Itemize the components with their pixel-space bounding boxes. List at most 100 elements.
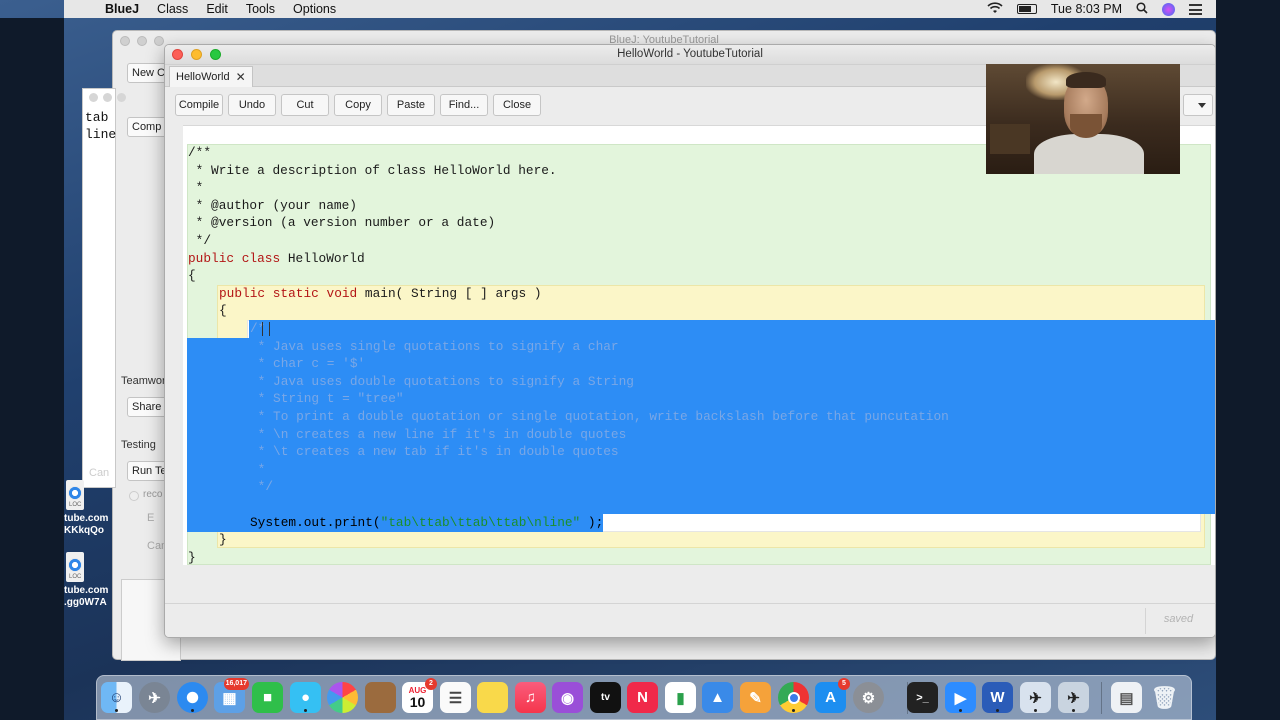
- webcam-person-beard: [1070, 114, 1102, 138]
- notification-center-icon[interactable]: [1189, 3, 1202, 15]
- recording-indicator: [129, 491, 139, 501]
- desktop-file-webloc[interactable]: LOC tube.com .gg0W7A: [64, 552, 110, 609]
- close-tab-icon[interactable]: ✕: [236, 67, 246, 87]
- desktop-file-name: KKkqQo: [64, 525, 104, 536]
- terminal-icon[interactable]: >_: [907, 682, 938, 713]
- view-selector-dropdown[interactable]: [1183, 94, 1213, 116]
- code-line: * Java uses double quotations to signify…: [250, 373, 634, 389]
- downloads-stack-icon[interactable]: ▤: [1111, 682, 1142, 713]
- wifi-icon[interactable]: [987, 1, 1003, 17]
- notebook-icon[interactable]: [365, 682, 396, 713]
- find-button[interactable]: Find...: [440, 94, 488, 116]
- siri-icon[interactable]: [1162, 2, 1175, 16]
- app-store-icon[interactable]: A5: [815, 678, 850, 713]
- code-identifier: HelloWorld: [280, 250, 365, 266]
- code-line: * \n creates a new line if it's in doubl…: [250, 426, 627, 442]
- facetime-icon[interactable]: ■: [252, 682, 283, 713]
- screen-right-edge: [1216, 0, 1280, 720]
- numbers-icon[interactable]: ▮: [665, 682, 696, 713]
- menubar-clock[interactable]: Tue 8:03 PM: [1051, 2, 1122, 16]
- keynote-icon[interactable]: ▲: [702, 682, 733, 713]
- spotlight-search-icon[interactable]: [1136, 1, 1148, 17]
- text-selection: [249, 320, 1215, 338]
- menu-options[interactable]: Options: [284, 2, 345, 16]
- code-line: * char c = '$': [250, 356, 366, 372]
- apple-tv-icon[interactable]: tv: [590, 682, 621, 713]
- terminal-output-window: tab line Can: [82, 88, 126, 488]
- trash-icon[interactable]: 🗑: [1149, 682, 1180, 713]
- code-line: * To print a double quotation or single …: [250, 409, 949, 424]
- terminal-line: line: [85, 127, 117, 142]
- photos-icon[interactable]: [327, 682, 358, 713]
- chrome-icon[interactable]: [778, 682, 809, 713]
- battery-icon[interactable]: [1016, 4, 1037, 14]
- terminal-window-controls: [89, 93, 126, 102]
- code-string-literal: "tab\ttab\ttab\ttab\nline": [380, 514, 581, 530]
- calendar-icon[interactable]: AUG 10 2: [402, 678, 437, 713]
- editor-window-title: HelloWorld - YoutubeTutorial: [617, 48, 763, 60]
- reminders-icon[interactable]: ☰: [440, 682, 471, 713]
- menubar-status-area: Tue 8:03 PM: [987, 1, 1216, 17]
- maximize-window-icon[interactable]: [210, 49, 221, 60]
- menu-app-bluej[interactable]: BlueJ: [96, 2, 148, 16]
- compile-button[interactable]: Compile: [175, 94, 223, 116]
- code-line: * @version (a version number or a date): [188, 215, 496, 231]
- code-line: */: [250, 479, 274, 495]
- bluej-icon[interactable]: ✈: [1020, 682, 1051, 713]
- code-line: *: [188, 180, 204, 196]
- desktop-file-name: tube.com: [64, 585, 109, 596]
- preview-icon[interactable]: ▦ 16,017: [214, 678, 249, 713]
- menu-edit[interactable]: Edit: [197, 2, 237, 16]
- safari-icon[interactable]: [177, 682, 208, 713]
- menu-class[interactable]: Class: [148, 2, 197, 16]
- badge: 2: [425, 678, 437, 690]
- stickies-icon[interactable]: [477, 682, 508, 713]
- menu-tools[interactable]: Tools: [237, 2, 284, 16]
- testing-label: Testing: [121, 439, 156, 451]
- editor-titlebar: HelloWorld - YoutubeTutorial: [165, 45, 1215, 65]
- close-window-icon[interactable]: [172, 49, 183, 60]
- code-line: * String t = "tree": [250, 391, 404, 407]
- code-editor-area[interactable]: /** * Write a description of class Hello…: [183, 125, 1215, 565]
- code-line: System.out.print("tab\ttab\ttab\ttab\nli…: [250, 514, 603, 532]
- zoom-icon[interactable]: ▶: [945, 682, 976, 713]
- badge: 16,017: [223, 678, 249, 690]
- code-keyword: public static void: [219, 285, 358, 301]
- copy-button[interactable]: Copy: [334, 94, 382, 116]
- project-window-controls: [120, 36, 164, 46]
- code-identifier: main( String [ ] args ): [357, 285, 542, 301]
- launchpad-icon[interactable]: ✈: [139, 682, 170, 713]
- code-line: * \t creates a new tab if it's in double…: [250, 444, 619, 460]
- cut-button[interactable]: Cut: [281, 94, 329, 116]
- editor-status-bar: saved: [165, 603, 1215, 637]
- code-line: * Write a description of class HelloWorl…: [188, 162, 557, 178]
- code-identifier: System.out.print(: [250, 514, 381, 530]
- webcam-person-shirt: [1034, 134, 1144, 174]
- podcasts-icon[interactable]: ◉: [552, 682, 583, 713]
- system-preferences-icon[interactable]: ⚙: [853, 682, 884, 713]
- webcam-overlay: [986, 64, 1180, 174]
- calendar-day: 10: [409, 693, 426, 710]
- webcam-person-hair: [1066, 72, 1106, 88]
- music-icon[interactable]: ♫: [515, 682, 546, 713]
- pages-icon[interactable]: ✎: [740, 682, 771, 713]
- tab-helloworld[interactable]: HelloWorld ✕: [169, 66, 253, 87]
- terminal-line: tab: [85, 110, 109, 125]
- paste-button[interactable]: Paste: [387, 94, 435, 116]
- dock: ☺ ✈ ▦ 16,017 ■ ● AUG 10 2 ☰ ♫ ◉ tv N ▮ ▲ …: [96, 675, 1192, 720]
- bluej-project-icon[interactable]: ✈: [1058, 682, 1089, 713]
- code-line: /**: [188, 145, 212, 160]
- code-line: */: [188, 233, 212, 248]
- desktop-file-webloc[interactable]: LOC tube.com KKkqQo: [64, 480, 110, 537]
- code-identifier: );: [580, 514, 604, 530]
- messages-icon[interactable]: ●: [290, 682, 321, 713]
- news-icon[interactable]: N: [627, 682, 658, 713]
- minimize-window-icon[interactable]: [191, 49, 202, 60]
- undo-button[interactable]: Undo: [228, 94, 276, 116]
- finder-icon[interactable]: ☺: [101, 682, 132, 713]
- dock-separator: [1101, 682, 1102, 714]
- code-line: }: [219, 532, 227, 548]
- close-button[interactable]: Close: [493, 94, 541, 116]
- word-icon[interactable]: W: [982, 682, 1013, 713]
- tab-label: HelloWorld: [176, 71, 230, 83]
